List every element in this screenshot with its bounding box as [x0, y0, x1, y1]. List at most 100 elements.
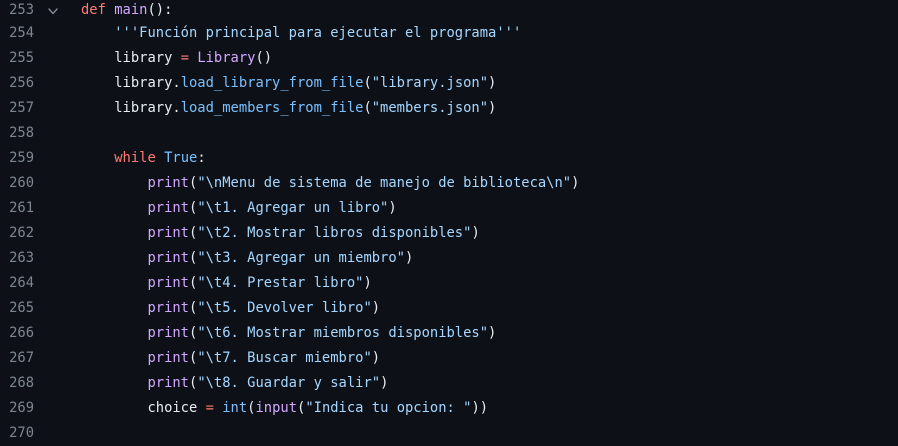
code-line: 255 library = Library() [0, 46, 898, 71]
code-token: library. [81, 100, 181, 116]
code-token: library. [81, 75, 181, 91]
line-number[interactable]: 254 [0, 21, 34, 46]
code-token: ) [488, 75, 497, 91]
code-line: 263 print("\t3. Agregar un miembro") [0, 246, 898, 271]
code-line: 259 while True: [0, 146, 898, 171]
code-line: 266 print("\t6. Mostrar miembros disponi… [0, 321, 898, 346]
code-token: ) [380, 375, 389, 391]
code-token: choice [81, 400, 206, 416]
code-text: '''Función principal para ejecutar el pr… [81, 21, 521, 46]
code-token: Library [197, 50, 256, 66]
code-line: 260 print("\nMenu de sistema de manejo d… [0, 171, 898, 196]
code-token: ( [363, 100, 372, 116]
code-text: library = Library() [81, 46, 272, 71]
code-line: 268 print("\t8. Guardar y salir") [0, 371, 898, 396]
code-token: "\t2. Mostrar libros disponibles" [197, 225, 472, 241]
code-token: load_library_from_file [180, 75, 364, 91]
code-token: : [197, 150, 206, 166]
code-token: = [205, 400, 214, 416]
line-number[interactable]: 268 [0, 371, 34, 396]
code-text: print("\t4. Prestar libro") [81, 271, 372, 296]
line-number[interactable]: 262 [0, 221, 34, 246]
code-text: print("\t2. Mostrar libros disponibles") [81, 221, 480, 246]
line-number[interactable]: 258 [0, 121, 34, 146]
code-token: ) [388, 200, 397, 216]
code-token: def [81, 2, 106, 18]
code-token: "library.json" [371, 75, 489, 91]
chevron-down-icon[interactable] [48, 6, 58, 16]
line-number[interactable]: 259 [0, 146, 34, 171]
code-token: load_members_from_file [180, 100, 364, 116]
code-token: = [180, 50, 189, 66]
code-token: ( [363, 75, 372, 91]
code-token: )) [471, 400, 489, 416]
line-number[interactable]: 257 [0, 96, 34, 121]
line-number[interactable]: 264 [0, 271, 34, 296]
line-number[interactable]: 267 [0, 346, 34, 371]
code-token: "\t3. Agregar un miembro" [197, 250, 405, 266]
code-text: choice = int(input("Indica tu opcion: ")… [81, 396, 488, 421]
code-token: print [147, 300, 189, 316]
code-token: input [255, 400, 298, 416]
code-text: print("\t7. Buscar miembro") [81, 346, 380, 371]
code-line: 264 print("\t4. Prestar libro") [0, 271, 898, 296]
code-line: 265 print("\t5. Devolver libro") [0, 296, 898, 321]
code-text: library.load_members_from_file("members.… [81, 96, 496, 121]
line-number[interactable]: 265 [0, 296, 34, 321]
code-token: print [147, 225, 189, 241]
code-line: 258 [0, 121, 898, 146]
line-number[interactable]: 253 [0, 0, 34, 21]
code-token: "\t6. Mostrar miembros disponibles" [197, 325, 489, 341]
code-token: ) [371, 350, 381, 366]
code-token: ) [363, 275, 372, 291]
code-line: 262 print("\t2. Mostrar libros disponibl… [0, 221, 898, 246]
code-line: 269 choice = int(input("Indica tu opcion… [0, 396, 898, 421]
code-token: "\t7. Buscar miembro" [197, 350, 372, 366]
code-token: (): [147, 2, 173, 18]
line-number[interactable]: 270 [0, 421, 34, 446]
code-text: library.load_library_from_file("library.… [81, 71, 496, 96]
code-text: while True: [81, 146, 206, 171]
code-token: int [222, 400, 248, 416]
code-token: print [147, 175, 189, 191]
code-line: 256 library.load_library_from_file("libr… [0, 71, 898, 96]
code-token: ) [488, 325, 497, 341]
line-number[interactable]: 269 [0, 396, 34, 421]
code-token: "\t5. Devolver libro" [197, 300, 372, 316]
code-text: print("\t8. Guardar y salir") [81, 371, 388, 396]
code-token: main [114, 2, 148, 18]
code-token: '''Función principal para ejecutar el pr… [114, 25, 522, 41]
line-number[interactable]: 266 [0, 321, 34, 346]
code-text: print("\t6. Mostrar miembros disponibles… [81, 321, 496, 346]
line-number[interactable]: 256 [0, 71, 34, 96]
code-token: () [255, 50, 273, 66]
code-token: "\t1. Agregar un libro" [197, 200, 389, 216]
line-number[interactable]: 261 [0, 196, 34, 221]
code-token: ) [404, 250, 414, 266]
code-token: while [114, 150, 156, 166]
line-number[interactable]: 255 [0, 46, 34, 71]
code-token: library [81, 50, 181, 66]
code-token: "\nMenu de sistema de manejo de bibliote… [197, 175, 572, 191]
code-token: ) [488, 100, 497, 116]
code-text: def main(): [81, 0, 172, 21]
code-text: print("\t1. Agregar un libro") [81, 196, 397, 221]
line-number[interactable]: 263 [0, 246, 34, 271]
code-text: print("\t5. Devolver libro") [81, 296, 380, 321]
code-token: print [147, 275, 189, 291]
code-line: 270 [0, 421, 898, 446]
code-token: ) [471, 225, 480, 241]
code-token: "members.json" [371, 100, 489, 116]
code-token: True [164, 150, 198, 166]
line-number[interactable]: 260 [0, 171, 34, 196]
code-token: print [147, 250, 189, 266]
